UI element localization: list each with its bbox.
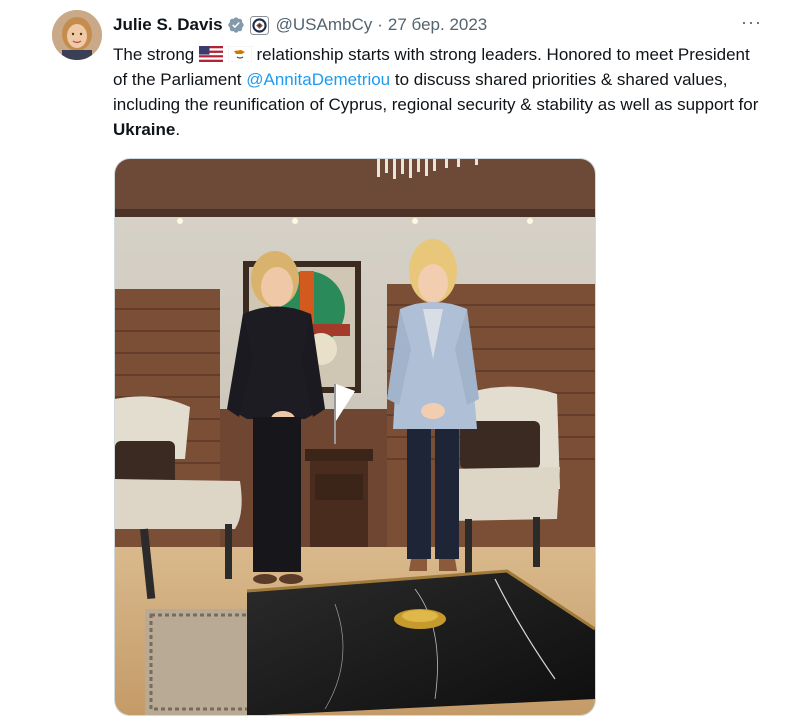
post-date[interactable]: 27 бер. 2023	[388, 15, 487, 35]
us-flag-icon	[199, 46, 223, 62]
avatar-photo	[52, 10, 102, 60]
avatar[interactable]	[52, 10, 102, 60]
meeting-photo	[115, 159, 595, 715]
author-handle[interactable]: @USAmbCy	[276, 15, 373, 35]
attached-photo[interactable]	[114, 158, 596, 716]
state-department-seal-icon	[249, 15, 269, 35]
tweet-header: Julie S. Davis @USAmbCy · 27 бер. 2023	[113, 13, 487, 37]
tweet[interactable]: Julie S. Davis @USAmbCy · 27 бер. 2023 ·…	[0, 0, 800, 720]
tweet-text-part: .	[175, 120, 181, 139]
author-name[interactable]: Julie S. Davis	[113, 15, 223, 35]
cyprus-flag-icon	[227, 46, 252, 62]
verified-badge-icon	[227, 17, 244, 33]
bold-text: Ukraine	[113, 120, 176, 139]
tweet-text: The strong relationship starts with stro…	[113, 42, 763, 142]
separator-dot: ·	[377, 15, 383, 34]
more-options-icon[interactable]: ···	[741, 12, 762, 33]
tweet-text-part: The strong	[113, 45, 199, 64]
mention-link[interactable]: @AnnitaDemetriou	[246, 70, 390, 89]
